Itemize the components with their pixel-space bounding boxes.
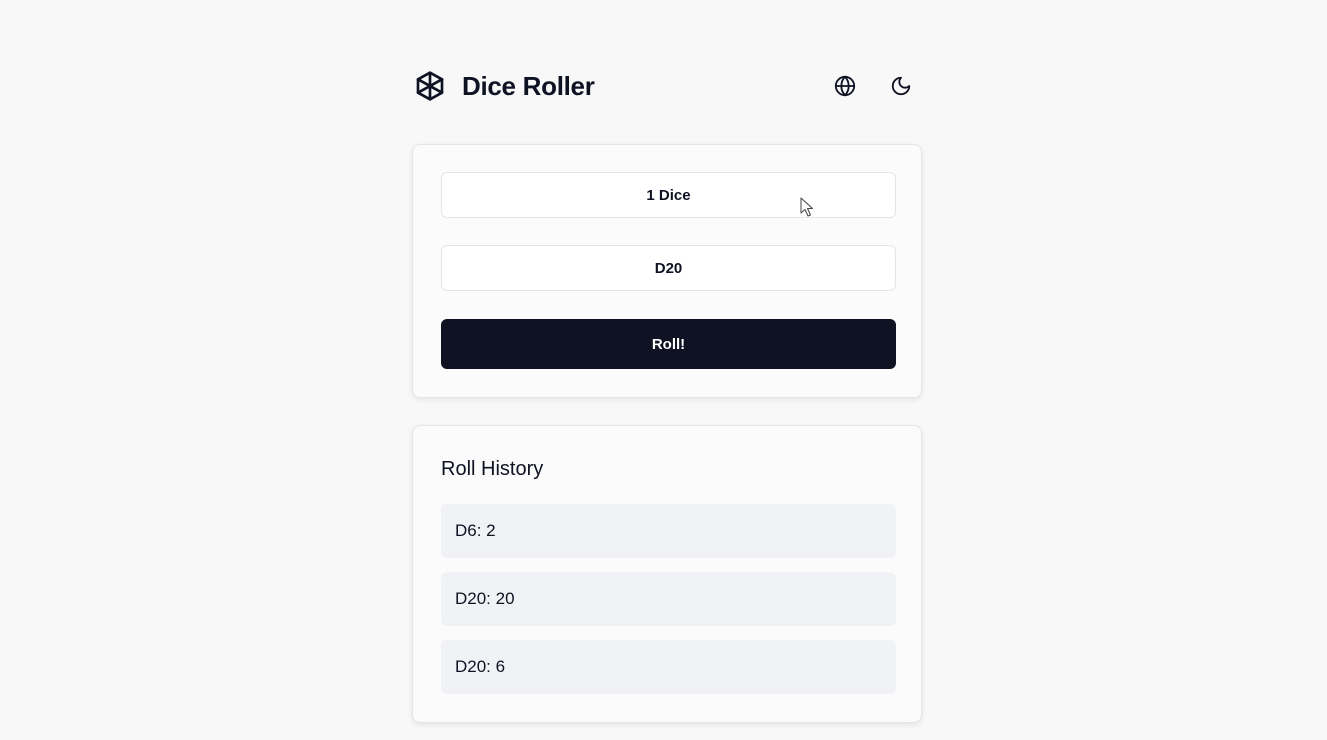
dice-cube-icon xyxy=(414,70,446,102)
history-item: D6: 2 xyxy=(441,504,896,558)
roll-controls-card: 1 Dice D20 Roll! xyxy=(412,144,922,398)
globe-icon[interactable] xyxy=(832,73,858,99)
roll-button[interactable]: Roll! xyxy=(441,319,896,369)
app-header: Dice Roller xyxy=(412,64,924,108)
die-type-select[interactable]: D20 xyxy=(441,245,896,291)
roll-history-list: D6: 2 D20: 20 D20: 6 xyxy=(441,504,896,708)
history-item: D20: 20 xyxy=(441,572,896,626)
roll-history-card: Roll History D6: 2 D20: 20 D20: 6 xyxy=(412,425,922,723)
moon-icon[interactable] xyxy=(888,73,914,99)
mouse-cursor-icon xyxy=(800,197,814,217)
history-item: D20: 6 xyxy=(441,640,896,694)
app-title: Dice Roller xyxy=(462,70,595,101)
header-actions xyxy=(832,73,914,99)
page: Dice Roller 1 Dice D20 Roll! Roll Histor… xyxy=(0,0,1327,740)
dice-count-select[interactable]: 1 Dice xyxy=(441,172,896,218)
roll-history-title: Roll History xyxy=(441,458,544,480)
